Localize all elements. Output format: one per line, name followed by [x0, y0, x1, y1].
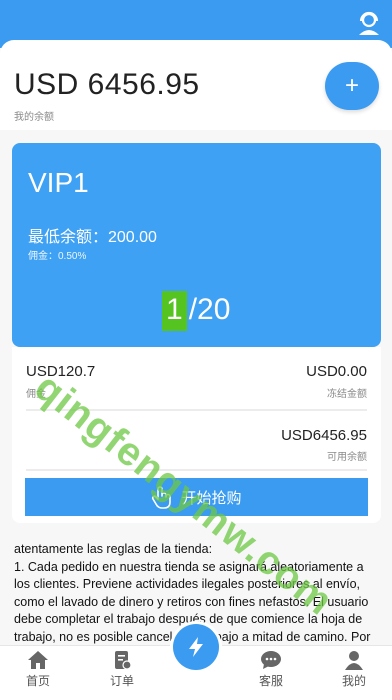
tab-home-label: 首页 — [25, 674, 50, 688]
divider — [26, 469, 367, 471]
tab-home[interactable]: 首页 — [8, 650, 68, 689]
tab-orders[interactable]: 订单 — [92, 650, 152, 689]
profile-icon — [345, 651, 363, 670]
chat-icon — [261, 651, 281, 669]
progress-current: 1 — [162, 291, 187, 331]
commission-rate: 佣金：0.50% — [28, 251, 87, 262]
tab-mine-label: 我的 — [341, 674, 366, 688]
frozen-value: USD0.00 — [306, 363, 367, 380]
total-balance: USD 6456.95 — [14, 68, 200, 101]
min-balance: 最低余额：200.00 — [28, 229, 157, 246]
available-label: 可用余额 — [327, 452, 367, 463]
tab-service[interactable]: 客服 — [241, 650, 301, 689]
support-icon[interactable] — [356, 10, 382, 36]
balance-label: 我的余额 — [14, 112, 54, 123]
vip-level: VIP1 — [28, 167, 89, 198]
rules-heading: atentamente las reglas de la tienda: — [14, 542, 213, 556]
tab-orders-label: 订单 — [109, 674, 134, 688]
lightning-icon — [189, 637, 203, 657]
home-icon — [28, 651, 48, 669]
quick-action-button[interactable] — [173, 624, 219, 670]
available-value: USD6456.95 — [281, 427, 367, 444]
vip-card: VIP1 最低余额：200.00 佣金：0.50% 1/20 — [12, 143, 381, 347]
tab-mine[interactable]: 我的 — [324, 650, 384, 689]
frozen-label: 冻结金额 — [327, 389, 367, 400]
add-funds-button[interactable]: + — [325, 62, 379, 110]
task-progress: 1/20 — [162, 291, 230, 331]
progress-total: /20 — [188, 293, 231, 326]
orders-icon — [115, 651, 132, 670]
tab-service-label: 客服 — [258, 674, 283, 688]
